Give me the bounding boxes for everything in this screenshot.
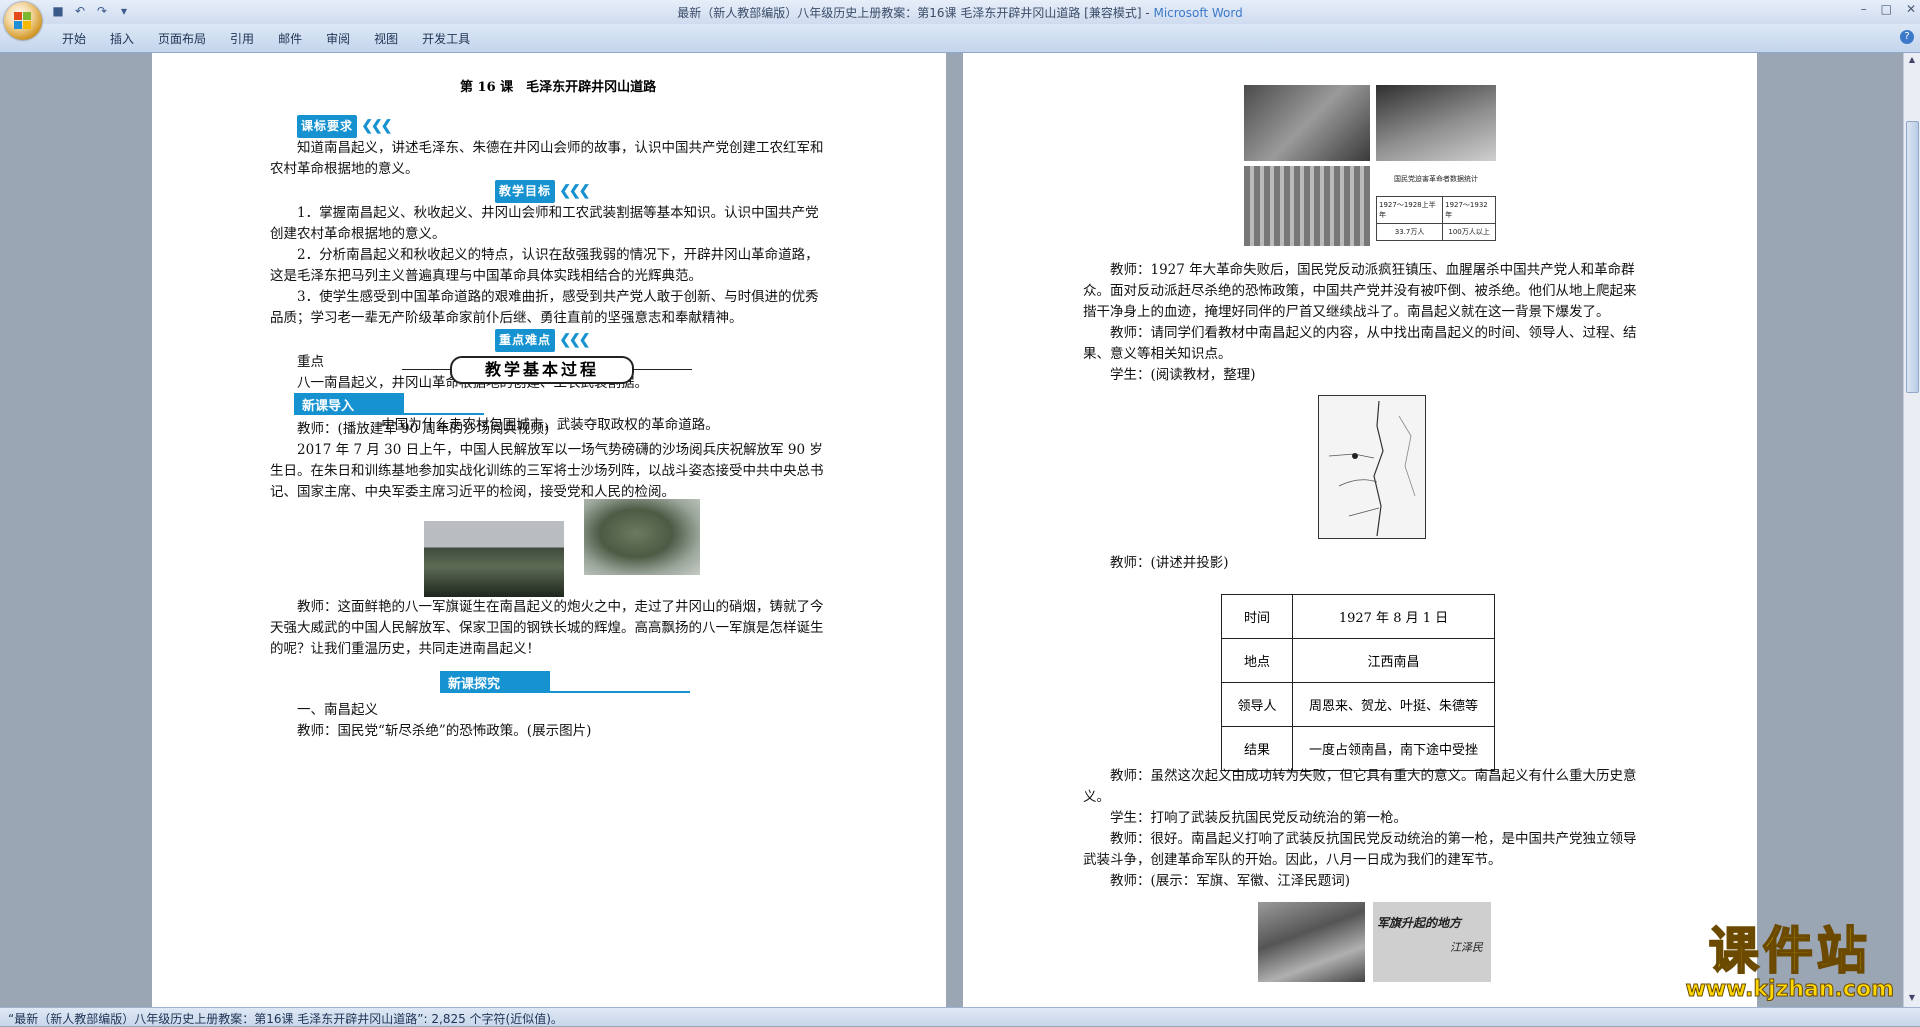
p2-para-5: 教师：虽然这次起义由成功转为失败，但它具有重大的意义。南昌起义有什么重大历史意义…	[1083, 768, 1637, 805]
goal-1: 1．掌握南昌起义、秋收起义、井冈山会师和工农武装割据等基本知识。认识中国共产党创…	[270, 205, 819, 242]
tab-insert[interactable]: 插入	[98, 30, 146, 47]
ribbon-tabs: 开始 插入 页面布局 引用 邮件 审阅 视图 开发工具	[50, 30, 482, 47]
stats-value-2: 100万人以上	[1442, 223, 1496, 241]
p2-para-6: 学生：打响了武装反抗国民党反动统治的第一枪。	[1110, 810, 1407, 826]
chevrons-icon: ❮❮❮	[559, 332, 590, 348]
lesson-title: 第 16 课 毛泽东开辟井冈山道路	[460, 80, 657, 95]
standards-text: 知道南昌起义，讲述毛泽东、朱德在井冈山会师的故事，认识中国共产党创建工农红军和农…	[270, 140, 824, 177]
page2-body-2: 教师：(讲述并投影)	[1083, 553, 1638, 574]
page1-body: 课标要求 ❮❮❮ 知道南昌起义，讲述毛泽东、朱德在井冈山会师的故事，认识中国共产…	[270, 115, 830, 436]
table-row: 结果 一度占领南昌，南下途中受挫	[1221, 726, 1495, 771]
tab-mailings[interactable]: 邮件	[266, 30, 314, 47]
close-icon[interactable]: ✕	[1906, 2, 1916, 16]
table-cell: 周恩来、贺龙、叶挺、朱德等	[1292, 682, 1495, 727]
tab-developer[interactable]: 开发工具	[410, 30, 482, 47]
uprising-map	[1318, 395, 1426, 539]
process-banner: 教学基本过程	[402, 356, 692, 384]
army-flag-photo	[1258, 902, 1365, 982]
status-text: “最新（新人教部编版）八年级历史上册教案：第16课 毛泽东开辟井冈山道路”: 2…	[8, 1012, 563, 1026]
tab-home[interactable]: 开始	[50, 30, 98, 47]
parade-photo	[424, 521, 564, 597]
intro-body-2: 教师：这面鲜艳的八一军旗诞生在南昌起义的炮火之中，走过了井冈山的硝烟，铸就了今天…	[270, 597, 830, 660]
vertical-scrollbar[interactable]: ▲ ▼	[1903, 53, 1920, 1007]
table-cell: 一度占领南昌，南下途中受挫	[1292, 726, 1495, 771]
p2-para-4: 教师：(讲述并投影)	[1110, 555, 1229, 571]
process-banner-text: 教学基本过程	[450, 356, 634, 384]
map-lines	[1328, 400, 1416, 537]
intro-body: 教师：(播放建军 90 周年的沙场阅兵视频) 2017 年 7 月 30 日上午…	[270, 419, 830, 503]
intro-line-3: 教师：这面鲜艳的八一军旗诞生在南昌起义的炮火之中，走过了井冈山的硝烟，铸就了今天…	[270, 599, 824, 657]
ribbon: 开始 插入 页面布局 引用 邮件 审阅 视图 开发工具 ?	[0, 24, 1920, 53]
intro-banner: 新课导入	[294, 393, 484, 415]
office-button[interactable]	[4, 2, 42, 40]
title-bar: ■ ↶ ↷ ▾ 最新（新人教部编版）八年级历史上册教案：第16课 毛泽东开辟井冈…	[0, 0, 1920, 24]
table-row: 时间 1927 年 8 月 1 日	[1221, 594, 1495, 639]
massacre-photo-1	[1244, 85, 1370, 161]
goal-3: 3．使学生感受到中国革命道路的艰难曲折，感受到共产党人敢于创新、与时俱进的优秀品…	[270, 289, 819, 326]
p2-para-7: 教师：很好。南昌起义打响了武装反抗国民党反动统治的第一枪，是中国共产党独立领导武…	[1083, 831, 1637, 868]
part-1-title: 一、南昌起义	[297, 702, 378, 718]
explore-body: 一、南昌起义 教师：国民党“斩尽杀绝”的恐怖政策。(展示图片)	[270, 700, 830, 742]
stats-header-2: 1927～1932年	[1442, 196, 1496, 224]
tab-page-layout[interactable]: 页面布局	[146, 30, 218, 47]
page2-body-1: 教师：1927 年大革命失败后，国民党反动派疯狂镇压、血腥屠杀中国共产党人和革命…	[1083, 260, 1638, 386]
chevrons-icon: ❮❮❮	[559, 183, 590, 199]
p2-para-3: 学生：(阅读教材，整理)	[1110, 367, 1256, 383]
stats-title: 国民党迫害革命者数据统计	[1394, 175, 1478, 183]
watermark-logo: 课件站 www.kjzhan.com	[1685, 922, 1895, 1003]
table-cell: 江西南昌	[1292, 638, 1495, 683]
massacre-photo-2	[1376, 85, 1496, 161]
status-bar: “最新（新人教部编版）八年级历史上册教案：第16课 毛泽东开辟井冈山道路”: 2…	[0, 1007, 1920, 1026]
p2-para-2: 教师：请同学们看教材中南昌起义的内容，从中找出南昌起义的时间、领导人、过程、结果…	[1083, 325, 1637, 362]
table-cell: 时间	[1221, 594, 1293, 639]
page-2: 国民党迫害革命者数据统计 1927～1928上半年 1927～1932年 33.7…	[963, 53, 1757, 1007]
stats-header-1: 1927～1928上半年	[1375, 196, 1444, 224]
scroll-thumb[interactable]	[1906, 121, 1919, 393]
tab-references[interactable]: 引用	[218, 30, 266, 47]
watermark-url: www.kjzhan.com	[1685, 977, 1895, 1003]
stats-table: 1927～1928上半年 1927～1932年 33.7万人 100万人以上	[1375, 196, 1496, 241]
app-name: Microsoft Word	[1153, 6, 1243, 20]
p2-para-1: 教师：1927 年大革命失败后，国民党反动派疯狂镇压、血腥屠杀中国共产党人和革命…	[1083, 262, 1637, 320]
tab-review[interactable]: 审阅	[314, 30, 362, 47]
watermark-name: 课件站	[1708, 922, 1871, 980]
table-cell: 1927 年 8 月 1 日	[1292, 594, 1495, 639]
table-cell: 结果	[1221, 726, 1293, 771]
tab-view[interactable]: 视图	[362, 30, 410, 47]
maximize-icon[interactable]: □	[1881, 2, 1892, 16]
table-cell: 领导人	[1221, 682, 1293, 727]
inspection-photo	[584, 499, 700, 575]
help-icon[interactable]: ?	[1900, 30, 1914, 44]
uprising-table: 时间 1927 年 8 月 1 日 地点 江西南昌 领导人 周恩来、贺龙、叶挺、朱德等…	[1221, 594, 1495, 771]
document-title: 最新（新人教部编版）八年级历史上册教案：第16课 毛泽东开辟井冈山道路 [兼容模…	[677, 6, 1142, 20]
part-1-text: 教师：国民党“斩尽杀绝”的恐怖政策。(展示图片)	[297, 723, 592, 739]
inscription-photo: 军旗升起的地方 江泽民	[1373, 902, 1491, 982]
stats-figure: 国民党迫害革命者数据统计 1927～1928上半年 1927～1932年 33.7…	[1375, 166, 1496, 246]
page-1: 第 16 课 毛泽东开辟井冈山道路 课标要求 ❮❮❮ 知道南昌起义，讲述毛泽东、…	[152, 53, 946, 1007]
inscription-signature: 江泽民	[1450, 941, 1483, 954]
scroll-up-icon[interactable]: ▲	[1906, 55, 1918, 67]
explore-banner: 新课探究	[440, 671, 690, 693]
section-label-goals: 教学目标	[495, 180, 556, 203]
goal-2: 2．分析南昌起义和秋收起义的特点，认识在敌强我弱的情况下，开辟井冈山革命道路，这…	[270, 247, 819, 284]
minimize-icon[interactable]: –	[1861, 2, 1867, 16]
intro-line-1: 教师：(播放建军 90 周年的沙场阅兵视频)	[297, 421, 550, 437]
office-logo-icon	[14, 12, 32, 30]
p2-para-8: 教师：(展示：军旗、军徽、江泽民题词)	[1110, 873, 1351, 889]
massacre-photo-3	[1244, 166, 1370, 246]
scroll-down-icon[interactable]: ▼	[1906, 993, 1918, 1005]
table-cell: 地点	[1221, 638, 1293, 683]
section-label-standards: 课标要求	[297, 115, 358, 138]
document-workspace: 第 16 课 毛泽东开辟井冈山道路 课标要求 ❮❮❮ 知道南昌起义，讲述毛泽东、…	[0, 53, 1904, 1007]
table-row: 领导人 周恩来、贺龙、叶挺、朱德等	[1221, 682, 1495, 727]
page2-body-3: 教师：虽然这次起义由成功转为失败，但它具有重大的意义。南昌起义有什么重大历史意义…	[1083, 766, 1638, 892]
chevrons-icon: ❮❮❮	[361, 118, 392, 134]
window-controls: – □ ✕	[1861, 2, 1916, 16]
inscription-text: 军旗升起的地方	[1377, 916, 1462, 930]
window-title: 最新（新人教部编版）八年级历史上册教案：第16课 毛泽东开辟井冈山道路 [兼容模…	[677, 6, 1243, 20]
section-label-key-points: 重点难点	[495, 329, 556, 352]
intro-line-2: 2017 年 7 月 30 日上午，中国人民解放军以一场气势磅礴的沙场阅兵庆祝解…	[270, 442, 824, 500]
table-row: 地点 江西南昌	[1221, 638, 1495, 683]
stats-value-1: 33.7万人	[1375, 223, 1444, 241]
